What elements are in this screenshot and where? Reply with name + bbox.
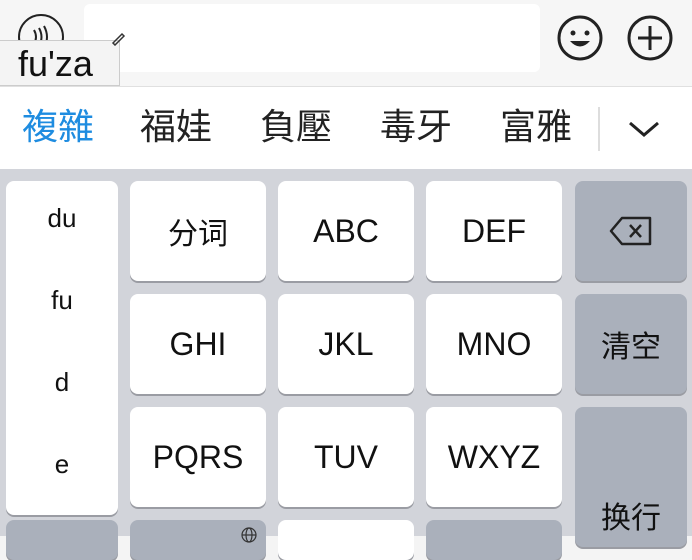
key-tuv[interactable]: TUV — [278, 407, 414, 507]
key-pqrs[interactable]: PQRS — [130, 407, 266, 507]
enter-button[interactable]: 换行 — [575, 407, 687, 547]
backspace-icon — [609, 216, 652, 246]
plus-icon[interactable] — [624, 14, 676, 67]
chevron-down-icon[interactable] — [624, 111, 664, 147]
candidate-item[interactable]: 毒牙 — [380, 87, 452, 169]
candidate-item[interactable]: 複雜 — [22, 87, 94, 169]
backspace-button[interactable] — [575, 181, 687, 281]
pinyin-option[interactable]: d — [6, 367, 118, 398]
space-key[interactable] — [278, 520, 414, 560]
composing-pinyin: fu'za — [0, 40, 120, 86]
smiley-icon[interactable] — [556, 14, 604, 67]
candidate-bar: 複雜 福娃 負壓 毒牙 富雅 — [0, 87, 692, 169]
symbol-key[interactable] — [6, 520, 118, 560]
pencil-icon[interactable] — [110, 30, 126, 51]
candidate-item[interactable]: 富雅 — [500, 87, 572, 169]
candidate-item[interactable]: 負壓 — [260, 87, 332, 169]
number-key[interactable] — [426, 520, 562, 560]
key-jkl[interactable]: JKL — [278, 294, 414, 394]
key-ghi[interactable]: GHI — [130, 294, 266, 394]
pinyin-option[interactable]: du — [6, 203, 118, 234]
pinyin-option[interactable]: fu — [6, 285, 118, 316]
key-wxyz[interactable]: WXYZ — [426, 407, 562, 507]
pinyin-options-panel[interactable]: du fu d e — [6, 181, 118, 515]
t9-keyboard: du fu d e 分词 ABC DEF GHI JKL MNO 清空 PQRS… — [0, 169, 692, 560]
key-abc[interactable]: ABC — [278, 181, 414, 281]
input-toolbar: fu'za — [0, 0, 692, 87]
pinyin-option[interactable]: e — [6, 449, 118, 480]
clear-button[interactable]: 清空 — [575, 294, 687, 394]
key-segment[interactable]: 分词 — [130, 181, 266, 281]
divider — [598, 107, 600, 151]
language-key[interactable] — [130, 520, 266, 560]
key-mno[interactable]: MNO — [426, 294, 562, 394]
message-input[interactable] — [84, 4, 540, 72]
key-def[interactable]: DEF — [426, 181, 562, 281]
globe-icon — [241, 527, 257, 543]
candidate-item[interactable]: 福娃 — [140, 87, 212, 169]
